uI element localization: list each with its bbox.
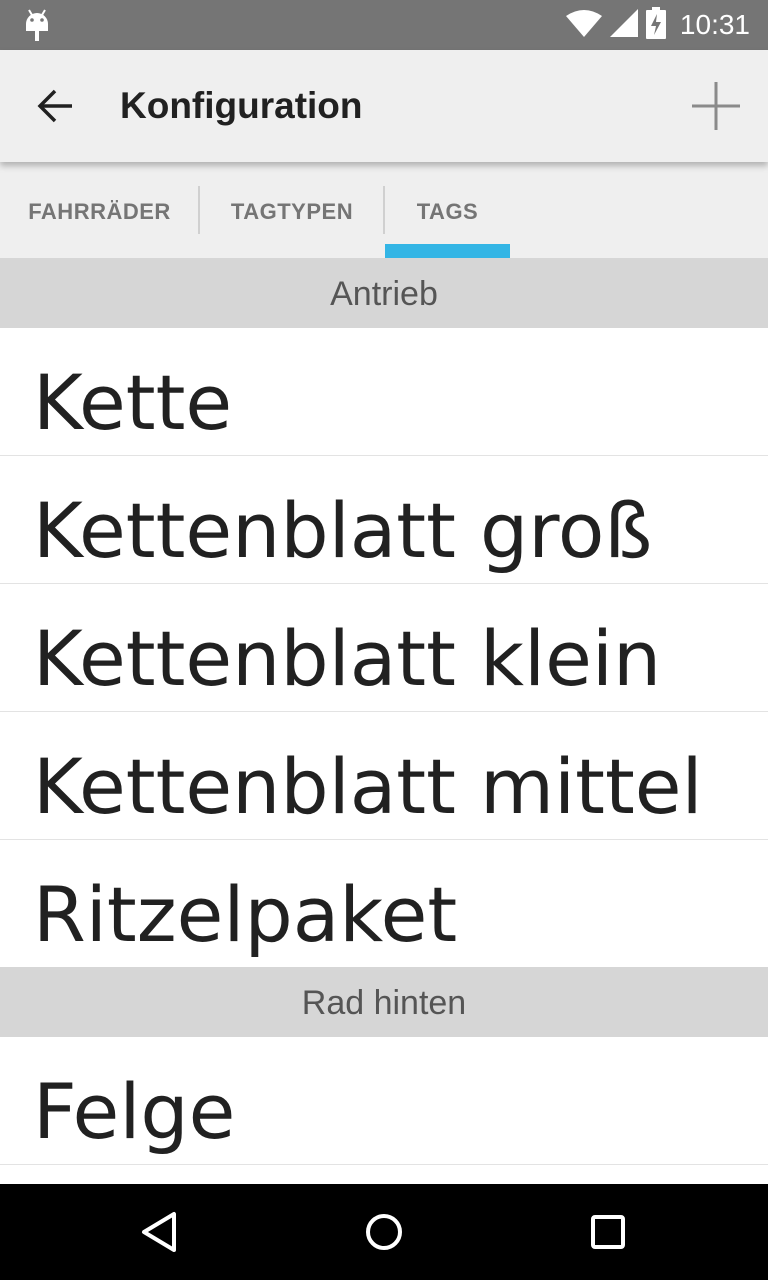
- battery-charging-icon: [645, 6, 666, 44]
- list-item-label: Felge: [33, 1067, 236, 1156]
- tab-tagtypen[interactable]: TAGTYPEN: [200, 162, 384, 258]
- status-icons: 10:31: [558, 0, 750, 50]
- list-item[interactable]: Kettenblatt mittel: [0, 712, 768, 840]
- list-item[interactable]: Ritzelpaket: [0, 840, 768, 967]
- screen: 10:31 Konfiguration FAHRRÄDER TAGTYPEN T…: [0, 0, 768, 1280]
- section-header: Antrieb: [0, 258, 768, 328]
- nav-back-button[interactable]: [130, 1202, 190, 1262]
- nav-home-button[interactable]: [354, 1202, 414, 1262]
- arrow-back-icon: [37, 89, 72, 123]
- back-button[interactable]: [26, 74, 90, 138]
- status-time: 10:31: [679, 9, 750, 40]
- cell-signal-icon: [609, 8, 638, 42]
- section-header: Rad hinten: [0, 967, 768, 1037]
- nav-back-icon: [142, 1212, 176, 1252]
- nav-recents-icon: [591, 1215, 625, 1249]
- list-item-label: Kettenblatt klein: [33, 614, 662, 703]
- list-item[interactable]: Kettenblatt klein: [0, 584, 768, 712]
- list-item-label: Ritzelpaket: [33, 870, 458, 959]
- list-item[interactable]: Kette: [0, 328, 768, 456]
- status-bar: 10:31: [0, 0, 768, 50]
- nav-home-icon: [366, 1214, 402, 1250]
- page-title: Konfiguration: [120, 85, 363, 126]
- android-debug-icon: [22, 8, 52, 42]
- tag-list: Antrieb Kette Kettenblatt groß Kettenbla…: [0, 258, 768, 1165]
- tab-bar: FAHRRÄDER TAGTYPEN TAGS: [0, 162, 768, 260]
- list-item-label: Kettenblatt groß: [33, 486, 653, 575]
- nav-recents-button[interactable]: [578, 1202, 638, 1262]
- plus-icon: [692, 82, 740, 130]
- wifi-icon: [565, 9, 602, 42]
- list-item[interactable]: Kettenblatt groß: [0, 456, 768, 584]
- tab-fahrraeder[interactable]: FAHRRÄDER: [0, 162, 199, 258]
- tab-selected-indicator: [385, 244, 510, 258]
- app-bar: Konfiguration: [0, 50, 768, 162]
- nav-bar: [0, 1184, 768, 1280]
- list-item-label: Kettenblatt mittel: [33, 742, 703, 831]
- add-button[interactable]: [682, 72, 750, 140]
- list-item-label: Kette: [33, 358, 233, 447]
- list-item[interactable]: Felge: [0, 1037, 768, 1165]
